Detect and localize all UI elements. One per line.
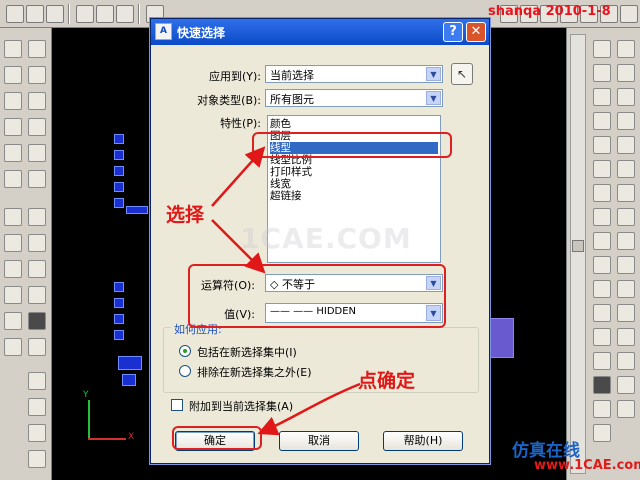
annotation-arrow-to-operator: [211, 219, 266, 274]
annotation-arrow-to-ok: [257, 382, 361, 436]
annotation-arrows: [211, 146, 361, 436]
corner-logo-en: www.1CAE.com: [534, 458, 640, 473]
annotation-arrow-to-list: [211, 146, 266, 207]
corner-logo: 仿真在线 www.1CAE.com: [510, 436, 640, 478]
